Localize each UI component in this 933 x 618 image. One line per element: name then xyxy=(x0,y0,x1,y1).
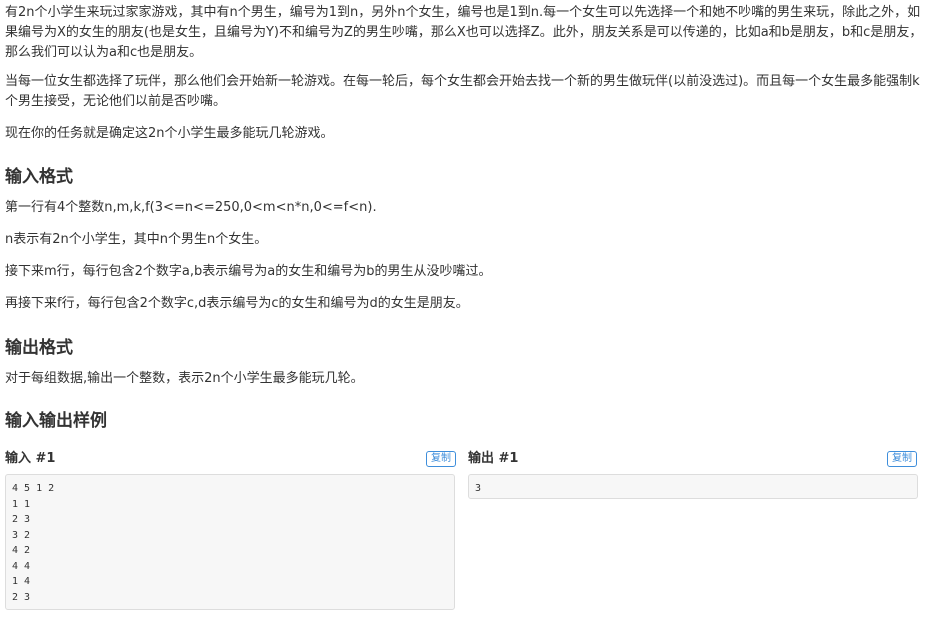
description-paragraph-2: 当每一位女生都选择了玩伴，那么他们会开始新一轮游戏。在每一轮后，每个女生都会开始… xyxy=(5,74,920,109)
input-format-line-3: 接下来m行，每行包含2个数字a,b表示编号为a的女生和编号为b的男生从没吵嘴过。 xyxy=(5,264,492,279)
sample-output-label: 输出 #1 xyxy=(468,451,519,466)
sample-output-line: 3 xyxy=(475,483,482,494)
input-format-line-2: n表示有2n个小学生，其中n个男生n个女生。 xyxy=(5,232,268,247)
output-format-line-1: 对于每组数据,输出一个整数，表示2n个小学生最多能玩几轮。 xyxy=(5,371,364,386)
sample-input-line: 2 3 xyxy=(12,514,31,525)
sample-input-line: 1 1 xyxy=(12,498,31,510)
sample-input-box[interactable]: 4 5 1 2 1 1 2 3 3 2 4 2 4 4 1 4 2 3 xyxy=(5,474,455,610)
description-paragraph-1: 有2n个小学生来玩过家家游戏，其中有n个男生，编号为1到n，另外n个女生，编号也… xyxy=(5,5,923,60)
sample-input-line: 1 4 xyxy=(12,576,31,587)
sample-input-line: 3 2 xyxy=(12,529,31,541)
input-format-heading: 输入格式 xyxy=(5,167,73,187)
sample-output-box[interactable]: 3 xyxy=(468,474,918,499)
copy-input-button[interactable]: 复制 xyxy=(426,451,456,467)
input-format-line-4: 再接下来f行，每行包含2个数字c,d表示编号为c的女生和编号为d的女生是朋友。 xyxy=(5,296,469,311)
sample-input-line: 4 5 1 2 xyxy=(12,483,55,494)
input-format-line-1: 第一行有4个整数n,m,k,f(3<=n<=250,0<m<n*n,0<=f<n… xyxy=(5,200,377,215)
samples-heading: 输入输出样例 xyxy=(5,411,107,431)
sample-input-line: 2 3 xyxy=(12,591,31,603)
copy-output-button[interactable]: 复制 xyxy=(887,451,917,467)
description-paragraph-3: 现在你的任务就是确定这2n个小学生最多能玩几轮游戏。 xyxy=(5,126,334,141)
sample-input-line: 4 2 xyxy=(12,545,31,556)
sample-input-line: 4 4 xyxy=(12,560,31,572)
sample-input-label: 输入 #1 xyxy=(5,451,56,466)
output-format-heading: 输出格式 xyxy=(5,338,73,358)
